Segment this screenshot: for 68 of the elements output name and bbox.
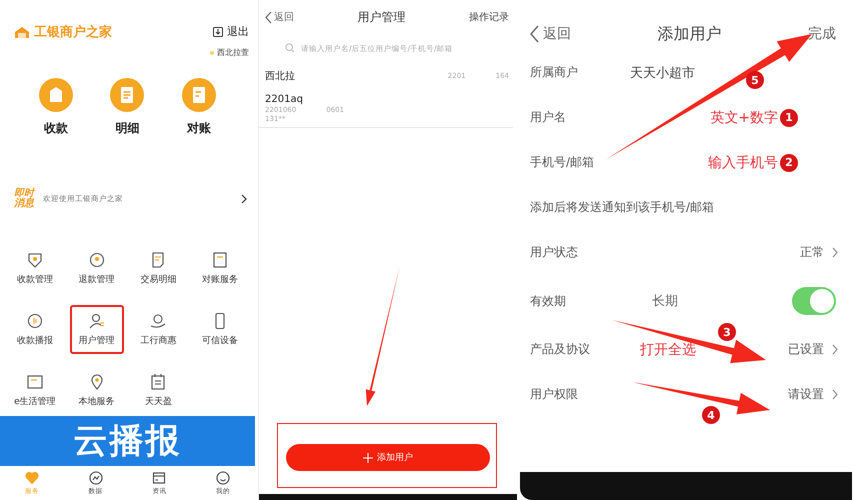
history-link[interactable]: 操作记录: [469, 10, 509, 24]
service-item[interactable]: 天天盈: [132, 366, 186, 415]
field-value: 长期: [651, 293, 679, 310]
merchant-name: 西北拉萱: [217, 47, 249, 58]
chevron-left-icon: [530, 25, 539, 43]
person-list-icon: [88, 312, 106, 330]
done-button[interactable]: 完成: [808, 25, 836, 43]
heart-icon: [24, 470, 39, 484]
page-title: 用户管理: [358, 8, 406, 26]
chevron-right-icon[interactable]: [241, 194, 247, 204]
shortcut-button[interactable]: 对账: [182, 78, 216, 148]
service-item[interactable]: 用户管理: [70, 305, 124, 354]
card-icon: [26, 373, 44, 391]
shortcut-button[interactable]: 明细: [110, 78, 144, 148]
chevron-right-icon: [832, 247, 838, 258]
annotation-text: 输入手机号: [708, 154, 778, 172]
service-item[interactable]: 收款管理: [8, 244, 62, 293]
field-label: 用户名: [530, 109, 567, 126]
document-icon: [182, 78, 216, 112]
field-label: 用户状态: [530, 244, 579, 261]
back-button[interactable]: 返回: [530, 25, 571, 43]
user-name: 西北拉: [265, 70, 295, 83]
setting-link[interactable]: 已设置: [788, 341, 838, 358]
news-logo: 即时消息: [14, 189, 35, 209]
toggle-switch[interactable]: [792, 287, 836, 315]
card-icon: [152, 470, 166, 484]
app-logo: 工银商户之家: [34, 24, 112, 41]
step-badge: 2: [780, 154, 798, 172]
annotation-text: 打开全选: [640, 340, 696, 358]
speaker-icon: [26, 312, 44, 330]
field-label: 手机号/邮箱: [530, 154, 596, 171]
chart-icon: [88, 470, 103, 484]
add-user-button[interactable]: 添加用户: [286, 444, 490, 471]
field-label: 用户权限: [530, 386, 579, 403]
page-title: 添加用户: [658, 24, 722, 44]
service-item[interactable]: 交易明细: [132, 244, 186, 293]
back-button[interactable]: 返回: [265, 10, 294, 24]
smiley-icon: [216, 470, 230, 484]
service-item[interactable]: 退款管理: [70, 244, 124, 293]
logout-button[interactable]: 退出: [213, 24, 249, 39]
dot-icon: [210, 50, 214, 54]
chevron-right-icon: [832, 389, 838, 400]
service-item[interactable]: 本地服务: [70, 366, 124, 415]
setting-link[interactable]: 正常: [800, 244, 838, 261]
service-item[interactable]: e生活管理: [8, 366, 62, 415]
chevron-right-icon: [832, 344, 838, 355]
search-icon: [285, 43, 295, 53]
shop-logo-icon: [14, 26, 30, 38]
calendar-icon: [149, 373, 168, 391]
step-badge: 1: [780, 108, 798, 126]
setting-link[interactable]: 请设置: [788, 386, 838, 403]
promo-banner[interactable]: 云播报: [0, 416, 255, 466]
user-name: 2201aq: [265, 94, 304, 105]
coin-icon: [88, 251, 106, 269]
field-label: 所属商户: [530, 64, 579, 81]
plus-icon: [363, 452, 373, 462]
service-item[interactable]: 对账服务: [193, 244, 247, 293]
notice-text: 添加后将发送通知到该手机号/邮箱: [530, 199, 714, 216]
service-item[interactable]: 收款播报: [8, 305, 62, 354]
service-item[interactable]: 工行商惠: [132, 305, 186, 354]
service-item[interactable]: 可信设备: [193, 305, 247, 354]
field-value: 天天小超市: [630, 64, 695, 82]
chevron-left-icon: [265, 10, 272, 24]
logout-icon: [213, 26, 223, 36]
shortcut-button[interactable]: 收款: [38, 78, 73, 148]
field-label: 产品及协议: [530, 341, 591, 358]
annotation-text: 英文+数字: [710, 108, 778, 126]
field-label: 有效期: [530, 292, 567, 310]
